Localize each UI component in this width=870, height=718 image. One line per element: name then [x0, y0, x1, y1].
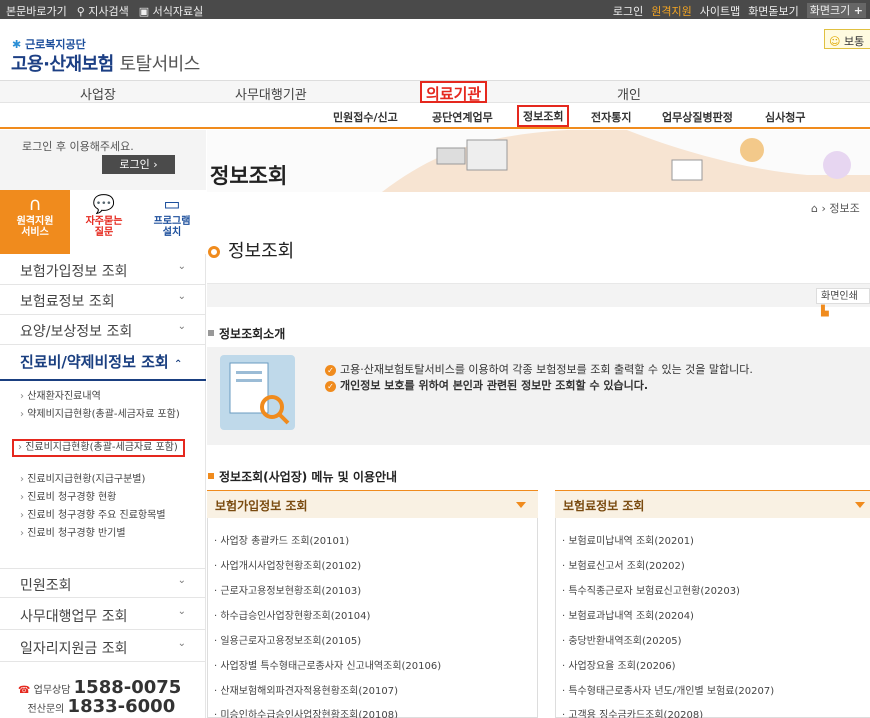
zoom-link[interactable]: 화면돋보기: [748, 3, 799, 19]
page-banner: [207, 130, 870, 192]
check-icon: ✓: [325, 365, 336, 376]
submenu-item[interactable]: 진료비 청구경향 반기별: [20, 528, 200, 540]
intro-heading: 정보조회소개: [208, 325, 285, 342]
sidebar-item-agency-work[interactable]: 사무대행업무 조회 ⌄: [0, 600, 206, 630]
quick-remote-support[interactable]: ∩ 원격지원 서비스: [0, 190, 70, 254]
sidebar-item-premium[interactable]: 보험료정보 조회 ⌄: [0, 285, 206, 315]
menu-heading: 정보조회(사업장) 메뉴 및 이용안내: [208, 468, 397, 485]
quick-label: 프로그램 설치: [153, 216, 191, 238]
branch-search-link[interactable]: ⚲ 지사검색: [77, 3, 129, 19]
tab-medical[interactable]: 의료기관: [420, 81, 488, 103]
printer-icon: ▙: [821, 306, 829, 317]
chatbot-button[interactable]: ☺ 보통: [824, 29, 870, 49]
list-item[interactable]: · 보험료미납내역 조회(20201): [562, 532, 694, 547]
subnav-e-notice[interactable]: 전자통지: [591, 109, 631, 125]
quick-program-install[interactable]: ▭ 프로그램 설치: [138, 190, 206, 254]
list-item[interactable]: · 특수형태근로종사자 년도/개인별 보험료(20207): [562, 682, 774, 697]
card-premium-header[interactable]: 보험료정보 조회: [555, 490, 870, 518]
chevron-down-icon: ⌄: [177, 575, 186, 586]
list-item[interactable]: · 미승인하수급승인사업장현황조회(20108): [214, 706, 398, 718]
list-item[interactable]: · 사업장별 특수형태근로종사자 신고내역조회(20106): [214, 657, 441, 672]
sidebar-item-job-subsidy[interactable]: 일자리지원금 조회 ⌄: [0, 632, 206, 662]
site-logo[interactable]: 고용·산재보험 토탈서비스: [11, 50, 200, 76]
tab-individual[interactable]: 개인: [617, 84, 641, 103]
sidebar-item-medical-fee[interactable]: 진료비/약제비정보 조회 ⌃: [0, 345, 206, 381]
triangle-down-icon: [516, 502, 526, 508]
chevron-up-icon: ⌃: [173, 359, 183, 370]
list-item[interactable]: · 특수직종근로자 보험료신고현황(20203): [562, 582, 740, 597]
page-title: 정보조회: [208, 237, 294, 263]
chevron-down-icon: ⌄: [177, 291, 186, 302]
contact-info: ☎ 업무상담 1588-0075 전산문의 1833-6000: [18, 677, 182, 717]
chat-bubble-icon: 💬: [92, 194, 116, 215]
submenu-item[interactable]: 약제비지급현황(총괄-세금자료 포함): [20, 409, 200, 421]
list-item[interactable]: · 사업개시사업장현황조회(20102): [214, 557, 361, 572]
monitor-icon: ▭: [163, 194, 181, 215]
utility-bar: 본문바로가기 ⚲ 지사검색 ▣ 서식자료실 로그인 원격지원 사이트맵 화면돋보…: [0, 0, 870, 19]
main-nav: 사업장 사무대행기관 의료기관 개인: [0, 80, 870, 103]
chevron-down-icon: ⌄: [177, 321, 186, 332]
sidebar-item-care[interactable]: 요양/보상정보 조회 ⌄: [0, 315, 206, 345]
subnav-complaint[interactable]: 민원접수/신고: [333, 109, 398, 125]
quick-label: 자주묻는 질문: [85, 216, 123, 238]
list-item[interactable]: · 충당반환내역조회(20205): [562, 632, 682, 647]
remote-support-link[interactable]: 원격지원: [651, 3, 691, 19]
headset-icon: ∩: [28, 194, 42, 215]
document-search-icon: [220, 355, 295, 430]
list-item[interactable]: · 근로자고용정보현황조회(20103): [214, 582, 361, 597]
sitemap-link[interactable]: 사이트맵: [700, 3, 740, 19]
chevron-down-icon: ⌄: [177, 261, 186, 272]
font-size-button[interactable]: 화면크기 +: [806, 3, 866, 18]
list-item[interactable]: · 보험료과납내역 조회(20204): [562, 607, 694, 622]
banner-illustration: [382, 130, 870, 192]
chevron-down-icon: ⌄: [177, 606, 186, 617]
sidebar-item-complaint[interactable]: 민원조회 ⌄: [0, 568, 206, 598]
list-item[interactable]: · 사업장요율 조회(20206): [562, 657, 676, 672]
list-item[interactable]: · 일용근로자고용정보조회(20105): [214, 632, 361, 647]
intro-line-1: ✓ 고용·산재보험토탈서비스를 이용하여 각종 보험정보를 조회 출력할 수 있는…: [325, 361, 753, 377]
print-bar: [207, 283, 870, 307]
submenu-item[interactable]: 진료비 청구경향 현황: [20, 492, 200, 504]
submenu-item[interactable]: 산재환자진료내역: [20, 391, 200, 403]
list-item[interactable]: · 고객용 징수금카드조회(20208): [562, 706, 703, 718]
forms-link[interactable]: ▣ 서식자료실: [139, 3, 204, 19]
banner-title: 정보조회: [210, 164, 288, 188]
quick-label: 원격지원 서비스: [16, 216, 54, 238]
subnav-review[interactable]: 심사청구: [765, 109, 805, 125]
home-icon[interactable]: ⌂: [811, 202, 818, 215]
chevron-down-icon: ⌄: [177, 638, 186, 649]
intro-line-2: ✓ 개인정보 보호를 위하여 본인과 관련된 정보만 조회할 수 있습니다.: [325, 377, 648, 393]
phone-icon: ☎: [18, 685, 31, 696]
breadcrumb: ⌂ › 정보조: [811, 202, 860, 215]
submenu-item[interactable]: 진료비 청구경향 주요 진료항목별: [20, 510, 200, 522]
card-insurance-header[interactable]: 보험가입정보 조회: [207, 490, 538, 518]
list-item[interactable]: · 산재보험해외파견자적용현황조회(20107): [214, 682, 398, 697]
list-item[interactable]: · 보험료신고서 조회(20202): [562, 557, 685, 572]
sidebar-item-insurance[interactable]: 보험가입정보 조회 ⌄: [0, 255, 206, 285]
quick-faq[interactable]: 💬 자주묻는 질문: [70, 190, 138, 254]
list-item[interactable]: · 하수급승인사업장현황조회(20104): [214, 607, 370, 622]
subnav-link-work[interactable]: 공단연계업무: [432, 109, 493, 125]
skip-link[interactable]: 본문바로가기: [6, 3, 67, 19]
sidebar-login-button[interactable]: 로그인 ›: [102, 155, 175, 174]
submenu-item[interactable]: 진료비지급현황(지급구분별): [20, 474, 200, 486]
print-button[interactable]: 화면인쇄 ▙: [816, 288, 870, 317]
triangle-down-icon: [855, 502, 865, 508]
sub-nav: 민원접수/신고 공단연계업무 정보조회 전자통지 업무상질병판정 심사청구: [0, 104, 870, 129]
login-message: 로그인 후 이용해주세요.: [22, 140, 134, 153]
login-link[interactable]: 로그인: [613, 3, 643, 19]
subnav-info-inquiry[interactable]: 정보조회: [517, 105, 570, 127]
subnav-disease-judgment[interactable]: 업무상질병판정: [662, 109, 733, 125]
check-icon: ✓: [325, 381, 336, 392]
tab-agency[interactable]: 사무대행기관: [235, 84, 307, 103]
tab-workplace[interactable]: 사업장: [80, 84, 116, 103]
list-item[interactable]: · 사업장 총괄카드 조회(20101): [214, 532, 349, 547]
submenu-item-active[interactable]: 진료비지급현황(총괄-세금자료 포함): [12, 439, 185, 457]
